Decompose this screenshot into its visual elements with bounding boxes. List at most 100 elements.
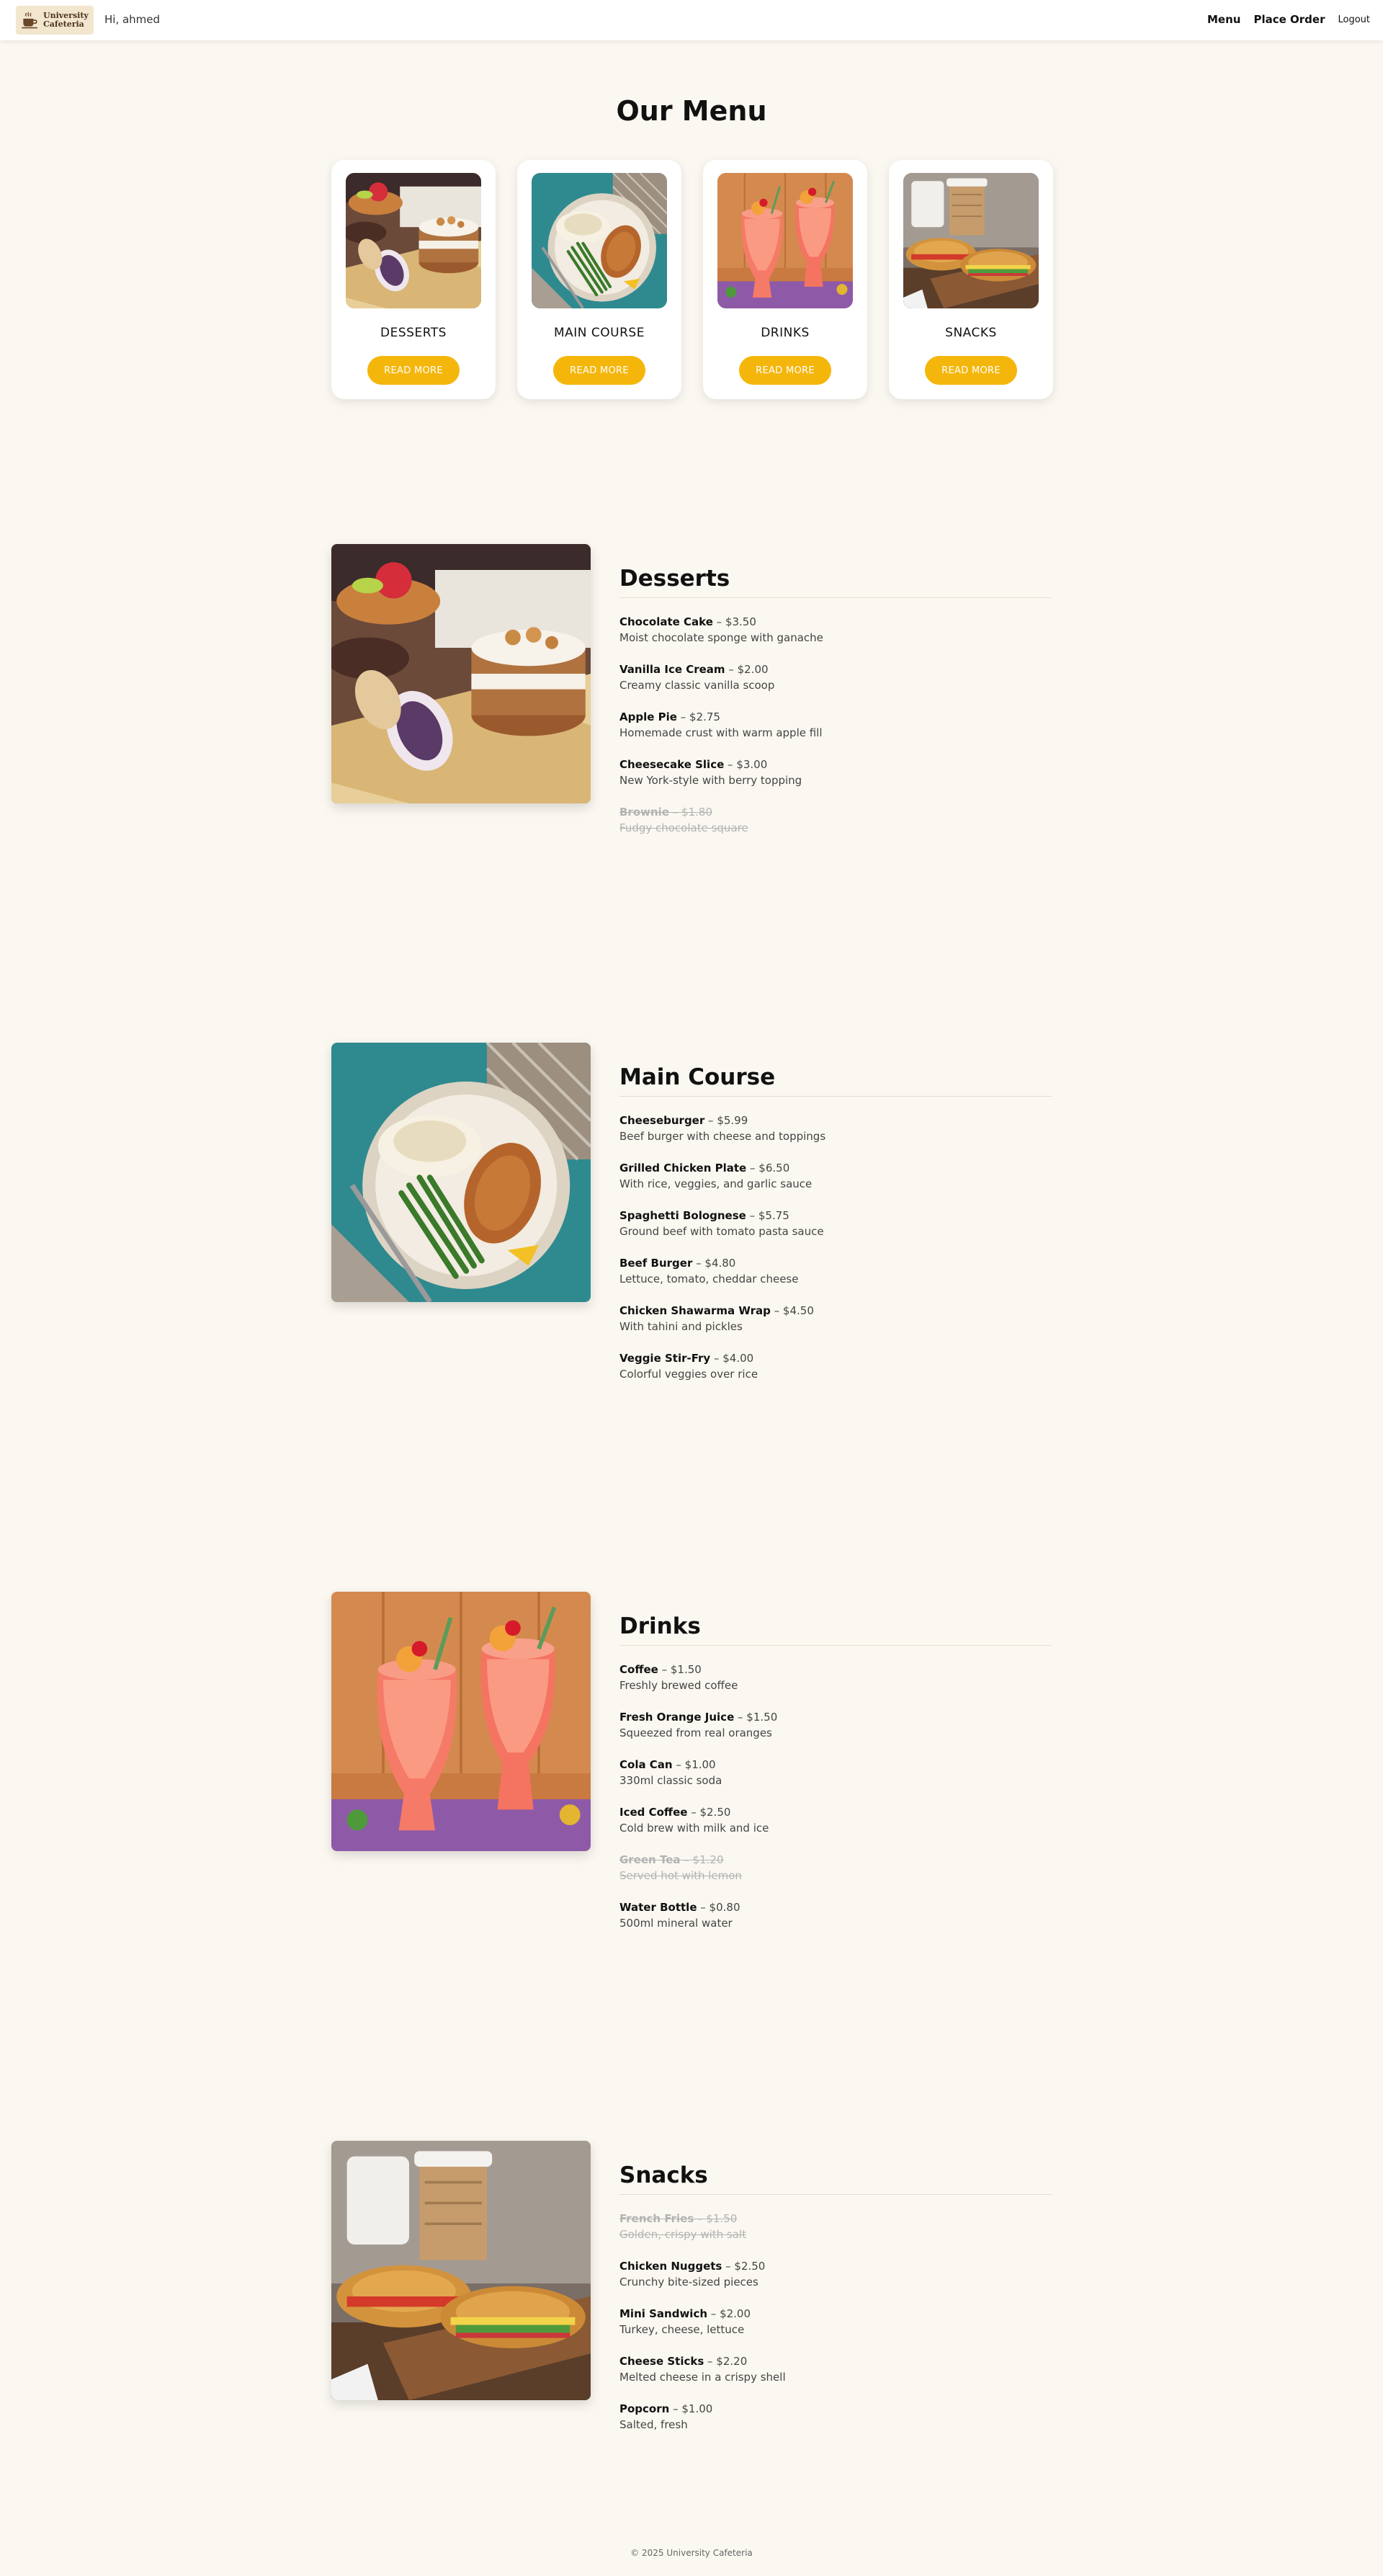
menu-item-description: Melted cheese in a crispy shell (619, 2371, 786, 2384)
menu-item-price: $2.75 (689, 710, 720, 723)
menu-item-name: Cheeseburger (619, 1114, 705, 1127)
menu-item-name: Apple Pie (619, 710, 677, 723)
menu-item-price: $4.80 (704, 1257, 736, 1270)
menu-item-price: $2.00 (720, 2307, 751, 2320)
price-separator: – (672, 1758, 685, 1771)
menu-item-list: Coffee – $1.50 Freshly brewed coffee Fresh… (619, 1662, 1052, 1931)
menu-item-heading: Brownie – $1.80 (619, 804, 1052, 820)
menu-item-heading: Chicken Shawarma Wrap – $4.50 (619, 1303, 1052, 1319)
nav-place-order-link[interactable]: Place Order (1253, 13, 1325, 26)
menu-item: Cola Can – $1.00 330ml classic soda (619, 1757, 1052, 1788)
menu-item-price: $5.75 (758, 1209, 789, 1222)
menu-item-description: Colorful veggies over rice (619, 1368, 758, 1381)
menu-item-name: Spaghetti Bolognese (619, 1209, 746, 1222)
menu-item-description: Beef burger with cheese and toppings (619, 1130, 826, 1143)
section-content: Snacks French Fries – $1.50 Golden, crisp… (619, 2162, 1052, 2448)
menu-item-price: $1.50 (746, 1711, 778, 1724)
category-name: SNACKS (945, 326, 997, 340)
menu-item: Chicken Shawarma Wrap – $4.50 With tahini… (619, 1303, 1052, 1334)
menu-item-list: Chocolate Cake – $3.50 Moist chocolate sp… (619, 614, 1052, 836)
menu-item-price: $4.50 (782, 1304, 814, 1317)
nav-menu-link[interactable]: Menu (1207, 13, 1240, 26)
menu-item-heading: Apple Pie – $2.75 (619, 709, 1052, 725)
category-card-snacks: SNACKS READ MORE (889, 160, 1053, 399)
menu-item-name: Cheese Sticks (619, 2355, 704, 2368)
price-separator: – (704, 1114, 717, 1127)
read-more-button-main-course[interactable]: READ MORE (553, 356, 645, 385)
price-separator: – (692, 1257, 705, 1270)
menu-item-name: Chicken Shawarma Wrap (619, 1304, 771, 1317)
section-content: Drinks Coffee – $1.50 Freshly brewed coff… (619, 1613, 1052, 1947)
menu-item: Chicken Nuggets – $2.50 Crunchy bite-size… (619, 2258, 1052, 2290)
read-more-button-drinks[interactable]: READ MORE (739, 356, 831, 385)
menu-item: Beef Burger – $4.80 Lettuce, tomato, ched… (619, 1255, 1052, 1287)
menu-item-name: Beef Burger (619, 1257, 693, 1270)
menu-item-description: Homemade crust with warm apple fill (619, 726, 823, 739)
section-title: Main Course (619, 1064, 1052, 1097)
menu-item-description: Freshly brewed coffee (619, 1679, 738, 1692)
menu-item: Veggie Stir-Fry – $4.00 Colorful veggies … (619, 1350, 1052, 1382)
category-name: DRINKS (761, 326, 810, 340)
price-separator: – (712, 615, 725, 628)
price-separator: – (746, 1162, 759, 1175)
logout-link[interactable]: Logout (1338, 14, 1370, 25)
price-separator: – (687, 1806, 700, 1819)
price-separator: – (680, 1853, 693, 1866)
menu-item-name: Iced Coffee (619, 1806, 688, 1819)
menu-item-heading: Mini Sandwich – $2.00 (619, 2306, 1052, 2322)
menu-item-name: Water Bottle (619, 1901, 697, 1914)
menu-item-heading: French Fries – $1.50 (619, 2211, 1052, 2227)
menu-item-name: French Fries (619, 2212, 694, 2225)
menu-item-heading: Iced Coffee – $2.50 (619, 1804, 1052, 1820)
category-name: DESSERTS (380, 326, 447, 340)
read-more-button-snacks[interactable]: READ MORE (925, 356, 1017, 385)
main-course-photo (331, 1043, 591, 1302)
category-card-main-course: MAIN COURSE READ MORE (517, 160, 681, 399)
menu-item-description: Lettuce, tomato, cheddar cheese (619, 1273, 799, 1285)
read-more-button-desserts[interactable]: READ MORE (367, 356, 460, 385)
menu-item-heading: Popcorn – $1.00 (619, 2401, 1052, 2417)
menu-item-description: Creamy classic vanilla scoop (619, 679, 775, 692)
menu-item-price: $6.50 (758, 1162, 790, 1175)
price-separator: – (697, 1901, 710, 1914)
section-content: Desserts Chocolate Cake – $3.50 Moist cho… (619, 566, 1052, 852)
menu-item: Apple Pie – $2.75 Homemade crust with war… (619, 709, 1052, 741)
menu-item-price: $2.50 (734, 2260, 766, 2273)
menu-item-price: $5.99 (717, 1114, 748, 1127)
menu-item: Cheesecake Slice – $3.00 New York-style w… (619, 757, 1052, 788)
price-separator: – (669, 806, 682, 819)
menu-item-price: $1.80 (681, 806, 712, 819)
menu-item-name: Popcorn (619, 2402, 670, 2415)
menu-item-price: $1.50 (706, 2212, 738, 2225)
section-content: Main Course Cheeseburger – $5.99 Beef bur… (619, 1064, 1052, 1398)
logo-text: University Cafeteria (43, 12, 89, 29)
drinks-thumbnail (717, 173, 853, 308)
menu-item-price: $4.00 (722, 1352, 754, 1365)
price-separator: – (734, 1711, 747, 1724)
category-cards: DESSERTS READ MORE MAIN COURSE READ MORE… (331, 160, 1053, 399)
menu-item-description: Squeezed from real oranges (619, 1726, 772, 1739)
menu-item-price: $2.00 (737, 663, 769, 676)
category-card-drinks: DRINKS READ MORE (703, 160, 867, 399)
menu-item-heading: Cheesecake Slice – $3.00 (619, 757, 1052, 772)
menu-item-name: Coffee (619, 1663, 658, 1676)
cafeteria-logo[interactable]: University Cafeteria (16, 6, 94, 35)
price-separator: – (694, 2212, 707, 2225)
coffee-cup-icon (20, 11, 39, 30)
menu-item-name: Mini Sandwich (619, 2307, 708, 2320)
menu-item-heading: Veggie Stir-Fry – $4.00 (619, 1350, 1052, 1366)
menu-item-name: Brownie (619, 806, 669, 819)
logo-line2: Cafeteria (43, 19, 84, 29)
price-separator: – (676, 710, 689, 723)
menu-item-heading: Green Tea – $1.20 (619, 1852, 1052, 1868)
menu-item-description: Served hot with lemon (619, 1869, 742, 1882)
menu-item: Iced Coffee – $2.50 Cold brew with milk a… (619, 1804, 1052, 1836)
menu-item: Cheese Sticks – $2.20 Melted cheese in a … (619, 2353, 1052, 2385)
menu-item-name: Vanilla Ice Cream (619, 663, 725, 676)
menu-item-price: $2.20 (716, 2355, 748, 2368)
menu-item-heading: Cheese Sticks – $2.20 (619, 2353, 1052, 2369)
category-card-desserts: DESSERTS READ MORE (331, 160, 496, 399)
menu-item-heading: Cheeseburger – $5.99 (619, 1113, 1052, 1128)
menu-item-name: Veggie Stir-Fry (619, 1352, 711, 1365)
menu-item-description: Crunchy bite-sized pieces (619, 2276, 758, 2288)
